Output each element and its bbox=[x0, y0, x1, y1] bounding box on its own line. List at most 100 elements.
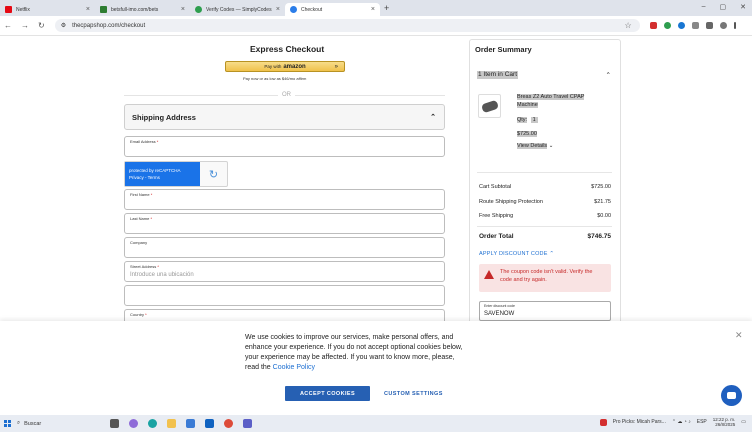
express-checkout-title: Express Checkout bbox=[250, 44, 325, 54]
chevron-up-icon[interactable]: ⌃ bbox=[430, 113, 436, 121]
row-value: $21.75 bbox=[594, 199, 611, 205]
extensions-puzzle-icon[interactable] bbox=[691, 22, 699, 29]
news-ticker[interactable]: Pro Picks: Micah Pars... bbox=[613, 419, 666, 425]
tab-checkout[interactable]: Checkout × bbox=[285, 3, 380, 16]
teams-icon[interactable] bbox=[243, 419, 252, 428]
close-window-icon[interactable]: ✕ bbox=[740, 3, 746, 11]
reload-icon[interactable]: ↻ bbox=[38, 21, 45, 30]
email-label: Email Address * bbox=[130, 139, 158, 144]
tab-simplycodes[interactable]: Verify Codes — SimplyCodes × bbox=[190, 3, 285, 16]
maximize-icon[interactable]: ▢ bbox=[720, 3, 727, 11]
view-details-label: View Details bbox=[517, 143, 548, 149]
shipping-address-section[interactable]: Shipping Address ⌃ bbox=[124, 104, 445, 130]
first-name-field[interactable]: First Name * bbox=[124, 189, 445, 210]
chat-button[interactable] bbox=[721, 385, 742, 406]
extension-green-icon[interactable] bbox=[663, 22, 671, 29]
url-field[interactable]: ⚙ thecpapshop.com/checkout ☆ bbox=[54, 19, 640, 32]
close-icon[interactable]: × bbox=[181, 6, 185, 13]
download-icon[interactable] bbox=[705, 22, 713, 29]
row-value: $725.00 bbox=[591, 184, 611, 190]
required-mark: * bbox=[157, 264, 159, 269]
free-shipping-row: Free Shipping $0.00 bbox=[479, 213, 611, 219]
cart-count: 1 Item in Cart bbox=[477, 71, 519, 79]
cookie-policy-link[interactable]: Cookie Policy bbox=[273, 364, 315, 371]
extension-blue-icon[interactable] bbox=[677, 22, 685, 29]
accept-cookies-button[interactable]: ACCEPT COOKIES bbox=[285, 386, 370, 401]
clock[interactable]: 12:22 p. m. 26/8/2025 bbox=[713, 417, 736, 428]
chrome-icon[interactable] bbox=[224, 419, 233, 428]
chevron-right-icon: » bbox=[334, 63, 338, 70]
search-icon: ⌕ bbox=[17, 420, 21, 426]
coupon-error-alert: The coupon code isn't valid. Verify the … bbox=[479, 264, 611, 292]
cart-toggle[interactable]: 1 Item in Cart ⌃ bbox=[477, 71, 611, 79]
back-icon[interactable]: ← bbox=[4, 21, 12, 30]
chevron-up-icon[interactable]: ⌃ bbox=[606, 71, 611, 79]
street-label-text: Street Address bbox=[130, 264, 157, 269]
close-icon[interactable]: × bbox=[276, 6, 280, 13]
qty-value: 1 bbox=[530, 117, 538, 123]
file-explorer-icon[interactable] bbox=[167, 419, 176, 428]
recaptcha-badge[interactable]: protected by reCAPTCHA Privacy - Terms ↻ bbox=[124, 161, 228, 187]
chevron-down-icon: ⌄ bbox=[548, 143, 554, 149]
company-field[interactable]: Company bbox=[124, 237, 445, 258]
checkout-favicon-icon bbox=[290, 6, 297, 13]
news-icon[interactable] bbox=[599, 418, 607, 426]
tray-icons[interactable]: ⌃ ☁ ◔ ♪ bbox=[672, 419, 691, 425]
last-name-label-text: Last Name bbox=[130, 216, 150, 221]
error-line2: code and try again. bbox=[500, 276, 547, 283]
menu-icon[interactable] bbox=[733, 22, 736, 29]
cart-subtotal-row: Cart Subtotal $725.00 bbox=[479, 184, 611, 190]
recaptcha-text: protected by reCAPTCHA Privacy - Terms bbox=[125, 162, 200, 186]
new-tab-button[interactable]: + bbox=[384, 3, 389, 13]
bookmark-star-icon[interactable]: ☆ bbox=[625, 21, 632, 30]
product-price: $725.00 bbox=[517, 131, 537, 137]
divider bbox=[477, 226, 612, 227]
amazon-pay-prefix: Pay with bbox=[264, 64, 282, 69]
window-controls: – ▢ ✕ bbox=[702, 3, 746, 11]
cookie-line2: enhance your experience. If you do not a… bbox=[245, 344, 463, 352]
warning-icon bbox=[484, 270, 494, 279]
product-name: Breas Z2 Auto Travel CPAP Machine bbox=[517, 94, 585, 108]
notifications-icon[interactable]: ▭ bbox=[741, 419, 746, 425]
tab-bets[interactable]: betsfull-imo.com/bets × bbox=[95, 3, 190, 16]
checkout-page: Express Checkout Pay with amazon » Pay n… bbox=[0, 37, 752, 323]
copilot-icon[interactable] bbox=[129, 419, 138, 428]
site-info-icon[interactable]: ⚙ bbox=[61, 22, 66, 29]
system-tray: Pro Picks: Micah Pars... ⌃ ☁ ◔ ♪ ESP 12:… bbox=[599, 417, 746, 428]
street-address-line2-field[interactable] bbox=[124, 285, 445, 306]
chat-bubble-icon bbox=[727, 392, 736, 399]
recaptcha-line1: protected by reCAPTCHA bbox=[129, 168, 181, 173]
windows-taskbar: ⌕ Buscar Pro Picks: Micah Pars... ⌃ ☁ ◔ … bbox=[0, 415, 752, 432]
product-qty: Qty: 1 bbox=[517, 117, 538, 123]
language-indicator[interactable]: ESP bbox=[697, 419, 707, 425]
email-field[interactable]: Email Address * bbox=[124, 136, 445, 157]
error-line1: The coupon code isn't valid. Verify the bbox=[500, 269, 593, 275]
task-view-icon[interactable] bbox=[110, 419, 119, 428]
required-mark: * bbox=[150, 216, 153, 221]
profile-avatar-icon[interactable] bbox=[719, 22, 727, 29]
cpap-device-image bbox=[480, 99, 499, 113]
view-details-toggle[interactable]: View Details ⌄ bbox=[517, 143, 553, 149]
close-icon[interactable]: × bbox=[86, 6, 90, 13]
windows-start-icon[interactable] bbox=[4, 420, 11, 427]
edge-icon[interactable] bbox=[148, 419, 157, 428]
discount-code-label: Enter discount code bbox=[484, 304, 515, 308]
order-summary-title: Order Summary bbox=[475, 45, 532, 54]
close-icon[interactable]: ✕ bbox=[735, 330, 743, 341]
extension-red-icon[interactable] bbox=[649, 22, 657, 29]
custom-settings-button[interactable]: CUSTOM SETTINGS bbox=[384, 386, 443, 401]
forward-icon[interactable]: → bbox=[21, 21, 29, 30]
minimize-icon[interactable]: – bbox=[702, 3, 706, 11]
amazon-pay-button[interactable]: Pay with amazon » bbox=[225, 61, 345, 72]
tab-netflix[interactable]: Netflix × bbox=[0, 3, 95, 16]
coupon-error-message: The coupon code isn't valid. Verify the … bbox=[500, 269, 592, 287]
store-icon[interactable] bbox=[186, 419, 195, 428]
discount-code-input[interactable]: Enter discount code SAVENOW bbox=[479, 301, 611, 321]
street-address-field[interactable]: Street Address * Introduce una ubicación bbox=[124, 261, 445, 282]
order-total-row: Order Total $746.75 bbox=[479, 233, 611, 240]
taskbar-search[interactable]: ⌕ Buscar bbox=[17, 420, 102, 427]
last-name-field[interactable]: Last Name * bbox=[124, 213, 445, 234]
close-icon[interactable]: × bbox=[371, 6, 375, 13]
outlook-icon[interactable] bbox=[205, 419, 214, 428]
apply-discount-toggle[interactable]: APPLY DISCOUNT CODE ⌃ bbox=[479, 251, 554, 257]
